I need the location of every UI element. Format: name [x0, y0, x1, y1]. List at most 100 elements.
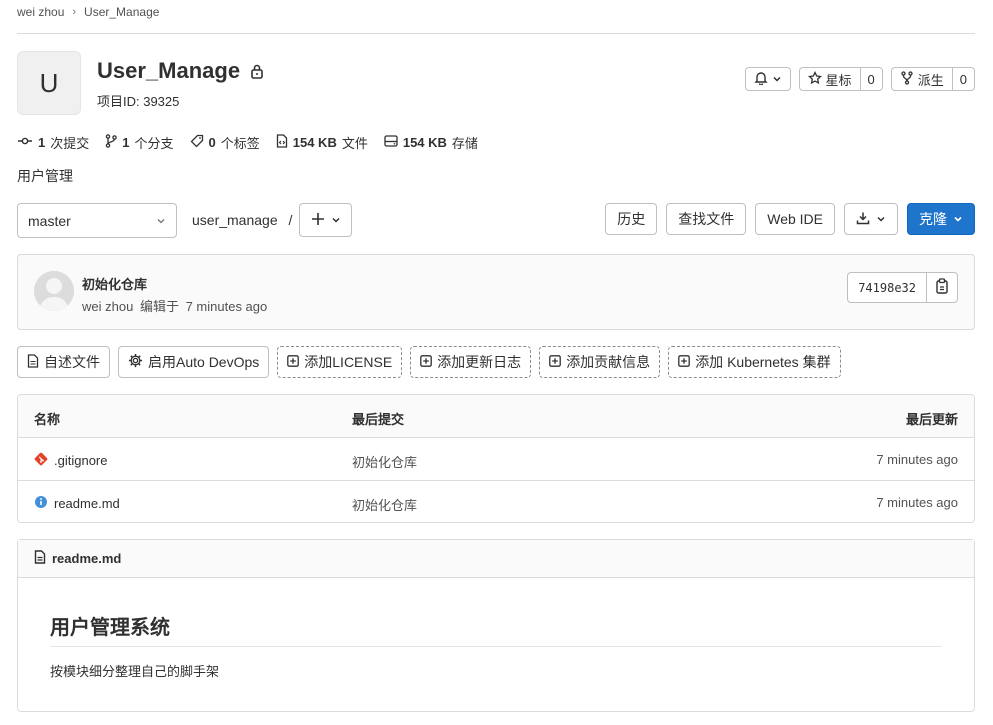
commit-sha[interactable]: 74198e32: [848, 273, 927, 302]
plus-icon: [311, 212, 325, 229]
project-id: 项目ID: 39325: [97, 94, 180, 109]
repo-toolbar: master user_manage / 历史 查找文件 Web IDE 克隆: [17, 203, 975, 238]
fork-count[interactable]: 0: [951, 68, 974, 90]
chevron-down-icon: [331, 212, 341, 228]
file-last-update: 7 minutes ago: [876, 495, 958, 510]
stat-branches-count: 1: [122, 135, 130, 150]
col-last-update-header: 最后更新: [905, 412, 958, 427]
commit-sha-group: 74198e32: [847, 272, 958, 303]
project-avatar-letter: U: [39, 67, 59, 98]
plus-square-icon: [420, 354, 433, 370]
clone-button[interactable]: 克隆: [907, 203, 975, 235]
project-actions: 星标 0 派生 0: [744, 67, 975, 91]
download-icon: [856, 211, 870, 228]
clipboard-icon: [935, 278, 949, 297]
add-contributing-button[interactable]: 添加贡献信息: [539, 346, 661, 378]
breadcrumb-project[interactable]: User_Manage: [84, 4, 159, 20]
auto-devops-button[interactable]: 启用Auto DevOps: [118, 346, 270, 378]
file-name[interactable]: .gitignore: [54, 453, 107, 468]
readme-body: 按模块细分整理自己的脚手架: [50, 664, 220, 679]
stat-branches[interactable]: 1 个分支: [105, 133, 174, 152]
commit-time: 7 minutes ago: [185, 299, 268, 314]
file-table: 名称 最后提交 最后更新 .gitignore 初始化仓库 7 minutes …: [17, 394, 975, 523]
copy-sha-button[interactable]: [927, 273, 957, 302]
readme-viewer: readme.md 用户管理系统 按模块细分整理自己的脚手架: [17, 539, 975, 712]
page-title: User_Manage: [97, 58, 264, 84]
readme-header: readme.md: [18, 540, 974, 578]
breadcrumb: wei zhou › User_Manage: [17, 4, 975, 34]
find-file-button[interactable]: 查找文件: [666, 203, 747, 235]
file-icon: [34, 550, 46, 567]
branch-select-value: master: [28, 212, 71, 229]
git-icon: [34, 452, 48, 469]
avatar[interactable]: [34, 271, 74, 311]
file-code-icon: [276, 134, 288, 151]
repo-path-separator: /: [288, 212, 293, 228]
plus-square-icon: [287, 354, 300, 370]
stat-storage[interactable]: 154 KB 存储: [384, 133, 478, 152]
stat-commits-count: 1: [38, 135, 46, 150]
fork-icon: [900, 70, 914, 88]
add-license-button[interactable]: 添加LICENSE: [277, 346, 403, 378]
plus-square-icon: [549, 354, 562, 370]
project-description: 用户管理: [17, 168, 73, 184]
commit-icon: [17, 135, 33, 150]
notification-button[interactable]: [744, 67, 791, 91]
star-label: 星标: [825, 72, 852, 88]
file-icon: [27, 353, 39, 371]
stat-tags-label: 个标签: [220, 136, 260, 151]
toolbar-actions: 历史 查找文件 Web IDE 克隆: [605, 203, 975, 235]
table-row[interactable]: .gitignore 初始化仓库 7 minutes ago: [18, 438, 974, 481]
add-changelog-button[interactable]: 添加更新日志: [410, 346, 532, 378]
chevron-down-icon: [772, 72, 782, 87]
stat-storage-label: 存储: [451, 136, 478, 151]
commit-title[interactable]: 初始化仓库: [82, 274, 147, 293]
chevron-down-icon: [953, 211, 963, 227]
col-name-header: 名称: [34, 412, 61, 427]
readme-link[interactable]: 自述文件: [17, 346, 110, 378]
bell-icon: [753, 71, 768, 88]
tag-icon: [190, 134, 204, 151]
branch-select[interactable]: master: [17, 203, 177, 238]
table-row[interactable]: readme.md 初始化仓库 7 minutes ago: [18, 481, 974, 522]
stat-storage-size: 154 KB: [402, 135, 447, 150]
chevron-down-icon: [156, 213, 166, 229]
breadcrumb-owner[interactable]: wei zhou: [17, 4, 64, 20]
storage-icon: [384, 135, 398, 150]
repo-path: user_manage /: [192, 212, 292, 228]
add-file-dropdown[interactable]: [299, 203, 352, 237]
stat-branches-label: 个分支: [134, 136, 174, 151]
add-license-label: 添加LICENSE: [304, 354, 393, 370]
file-last-update: 7 minutes ago: [876, 452, 958, 467]
file-last-commit[interactable]: 初始化仓库: [352, 495, 417, 514]
stat-tags[interactable]: 0 个标签: [190, 133, 260, 152]
commit-meta: wei zhou 编辑于 7 minutes ago: [82, 296, 267, 315]
file-name[interactable]: readme.md: [54, 496, 120, 511]
star-button[interactable]: 星标 0: [798, 67, 883, 91]
star-count[interactable]: 0: [859, 68, 882, 90]
download-button[interactable]: [844, 203, 898, 235]
commit-author[interactable]: wei zhou: [82, 299, 133, 314]
repo-path-root[interactable]: user_manage: [192, 212, 278, 228]
history-button[interactable]: 历史: [605, 203, 658, 235]
col-last-commit-header: 最后提交: [352, 412, 405, 427]
commit-action: 编辑于: [139, 299, 179, 314]
clone-label: 克隆: [919, 211, 947, 227]
stat-files[interactable]: 154 KB 文件: [276, 133, 368, 152]
star-icon: [807, 70, 822, 88]
web-ide-button[interactable]: Web IDE: [755, 203, 835, 235]
file-table-header: 名称 最后提交 最后更新: [18, 395, 974, 438]
add-kubernetes-label: 添加 Kubernetes 集群: [695, 354, 831, 370]
fork-label: 派生: [917, 72, 944, 88]
project-avatar: U: [17, 51, 81, 115]
fork-button[interactable]: 派生 0: [890, 67, 975, 91]
plus-square-icon: [678, 354, 691, 370]
stat-commits-label: 次提交: [50, 136, 90, 151]
readme-filename[interactable]: readme.md: [52, 551, 121, 566]
file-last-commit[interactable]: 初始化仓库: [352, 452, 417, 471]
project-stats: 1 次提交 1 个分支 0 个标签 154 KB 文件 154 KB 存储: [17, 133, 478, 152]
add-kubernetes-button[interactable]: 添加 Kubernetes 集群: [668, 346, 841, 378]
readme-link-label: 自述文件: [44, 354, 100, 370]
branch-icon: [105, 134, 118, 151]
stat-commits[interactable]: 1 次提交: [17, 133, 89, 152]
